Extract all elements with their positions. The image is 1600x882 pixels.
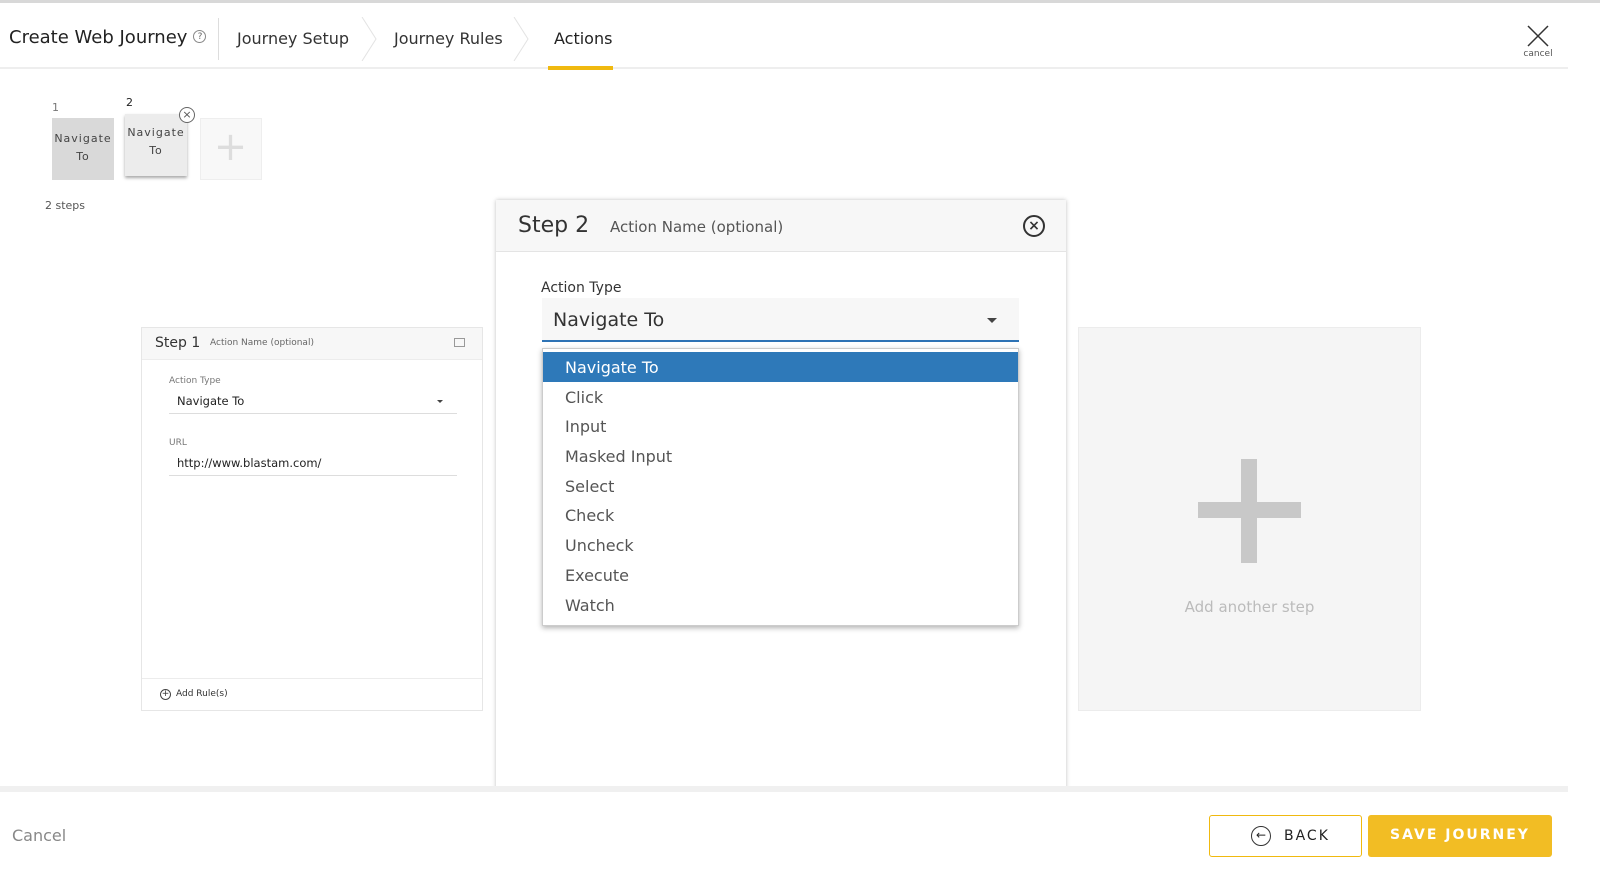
caret-down-icon [437,400,443,403]
add-another-step-card[interactable]: Add another step [1078,327,1421,711]
divider [218,18,219,60]
option-uncheck[interactable]: Uncheck [543,530,1018,560]
step-tile-1[interactable]: Navigate To [52,118,114,180]
back-label: BACK [1284,828,1330,844]
action-type-value: Navigate To [177,394,245,408]
add-rules-button[interactable]: + Add Rule(s) [142,678,482,710]
modal-header: Step 2 Action Name (optional) × [496,200,1066,252]
option-execute[interactable]: Execute [543,560,1018,590]
action-type-select[interactable]: Navigate To [169,394,457,414]
cancel-link[interactable]: Cancel [12,826,66,845]
tab-actions[interactable]: Actions [554,29,612,48]
url-input[interactable]: http://www.blastam.com/ [169,456,457,476]
plus-icon [1198,502,1301,518]
chevron-right-icon [513,17,529,61]
action-type-label: Action Type [169,376,221,386]
action-type-value: Navigate To [553,309,665,331]
back-button[interactable]: ← BACK [1209,815,1362,857]
save-journey-button[interactable]: SAVE JOURNEY [1368,815,1552,857]
page-title: Create Web Journey? [9,27,207,48]
action-type-dropdown: Navigate To Click Input Masked Input Sel… [542,348,1019,626]
help-icon[interactable]: ? [193,30,207,43]
footer: Cancel ← BACK SAVE JOURNEY [0,786,1568,882]
tab-journey-setup[interactable]: Journey Setup [237,29,349,48]
option-watch[interactable]: Watch [543,590,1018,620]
option-input[interactable]: Input [543,411,1018,441]
caret-down-icon [987,318,997,323]
option-select[interactable]: Select [543,471,1018,501]
add-another-step-label: Add another step [1184,598,1315,616]
action-name-input[interactable]: Action Name (optional) [210,338,314,348]
option-masked-input[interactable]: Masked Input [543,441,1018,471]
option-check[interactable]: Check [543,500,1018,530]
step-tile-2[interactable]: Navigate To [125,114,187,176]
step-1-header: Step 1 Action Name (optional) [142,328,482,360]
option-navigate-to[interactable]: Navigate To [543,352,1018,382]
close-icon [1527,25,1549,47]
url-label: URL [169,438,187,448]
tab-journey-rules[interactable]: Journey Rules [394,29,503,48]
action-name-input[interactable]: Action Name (optional) [610,218,783,236]
add-rules-label: Add Rule(s) [176,689,228,699]
close-icon[interactable]: × [1023,215,1045,237]
cancel-close-button[interactable]: cancel [1522,25,1554,59]
plus-circle-icon: + [160,689,171,700]
steps-count: 2 steps [45,199,86,212]
action-type-select[interactable]: Navigate To [542,298,1019,342]
header: Create Web Journey? Journey Setup Journe… [0,3,1568,70]
step-number: 2 [126,96,133,109]
step-number: 1 [52,101,59,114]
step-1-title: Step 1 [155,335,201,351]
chevron-right-icon [361,17,377,61]
arrow-left-circle-icon: ← [1251,826,1271,846]
add-step-tile[interactable]: + [200,118,262,180]
details-icon[interactable] [454,338,465,347]
option-click[interactable]: Click [543,382,1018,412]
remove-step-icon[interactable]: × [179,107,195,123]
action-type-label: Action Type [541,280,622,296]
modal-title: Step 2 [518,213,590,238]
step-1-card: Step 1 Action Name (optional) Action Typ… [141,327,483,711]
active-tab-indicator [548,66,613,70]
